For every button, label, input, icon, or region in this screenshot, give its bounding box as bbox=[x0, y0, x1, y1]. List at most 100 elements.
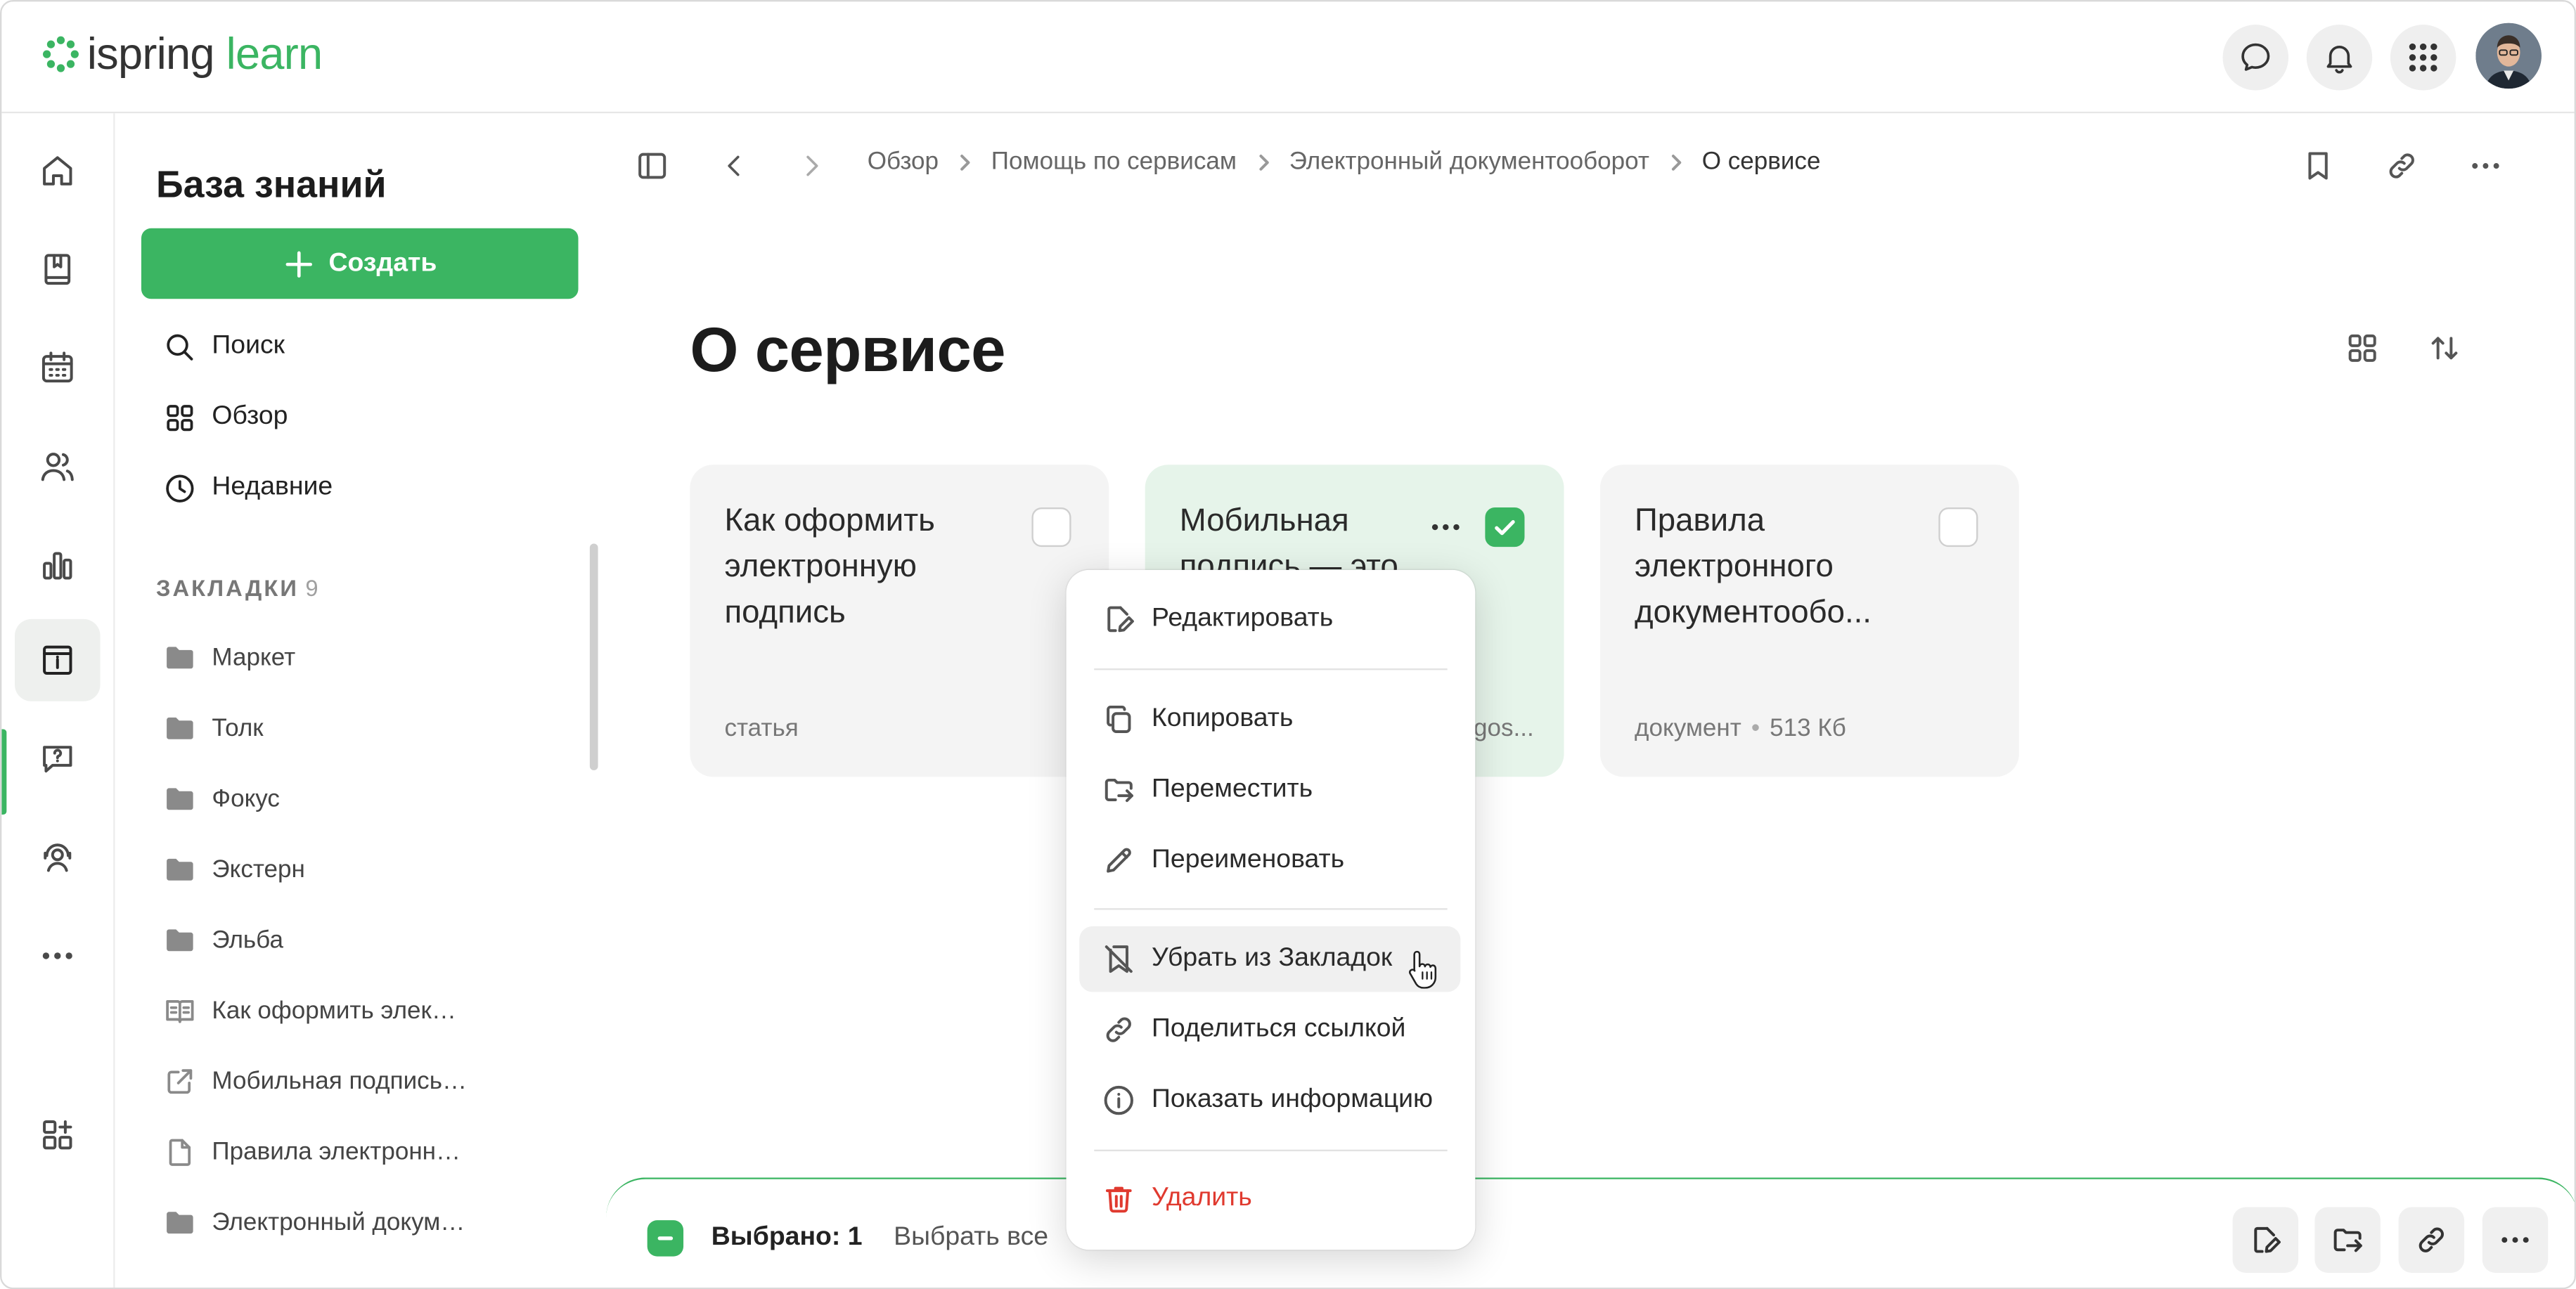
sidebar-item-label: Обзор bbox=[212, 402, 288, 431]
bookmark-item[interactable]: Мобильная подпись… bbox=[165, 1061, 467, 1101]
selected-count: Выбрано: 1 bbox=[711, 1223, 863, 1252]
deselect-toggle[interactable] bbox=[647, 1220, 684, 1257]
logo-text: ispring learn bbox=[87, 28, 323, 81]
content-card[interactable]: Правила электронного документообо... док… bbox=[1599, 465, 2019, 777]
copy-link-button[interactable] bbox=[2382, 146, 2421, 186]
more-options-button[interactable] bbox=[2466, 146, 2505, 186]
menu-item-copy[interactable]: Копировать bbox=[1079, 687, 1460, 752]
sidebar-item-label: Недавние bbox=[212, 472, 333, 501]
select-all-button[interactable]: Выбрать все bbox=[894, 1224, 1048, 1253]
bookmark-item[interactable]: Электронный докум… bbox=[165, 1202, 465, 1241]
menu-divider bbox=[1094, 668, 1448, 671]
forward-button[interactable] bbox=[792, 146, 831, 186]
bookmarks-label: ЗАКЛАДКИ bbox=[155, 574, 299, 602]
sidebar-item-search[interactable]: Поиск bbox=[165, 327, 285, 366]
breadcrumb-item[interactable]: Электронный документооборот bbox=[1289, 148, 1649, 176]
bookmark-item[interactable]: Толк bbox=[165, 708, 264, 747]
main-content: Обзор Помощь по сервисам Электронный док… bbox=[606, 113, 2575, 1288]
chat-icon bbox=[2238, 39, 2274, 75]
sidebar-item-recent[interactable]: Недавние bbox=[165, 468, 333, 507]
breadcrumb-current: О сервисе bbox=[1701, 148, 1821, 176]
rail-support[interactable] bbox=[15, 816, 101, 898]
bookmark-item[interactable]: Фокус bbox=[165, 779, 280, 818]
bookmark-label: Маркет bbox=[212, 642, 296, 671]
menu-item-label: Копировать bbox=[1152, 704, 1294, 733]
menu-item-rename[interactable]: Переименовать bbox=[1079, 828, 1460, 893]
notifications-button[interactable] bbox=[2306, 25, 2373, 91]
sidebar-scrollbar[interactable] bbox=[589, 543, 598, 770]
bookmark-item[interactable]: Маркет bbox=[165, 637, 295, 677]
menu-item-edit[interactable]: Редактировать bbox=[1079, 586, 1460, 652]
card-checkbox[interactable] bbox=[1938, 507, 1978, 548]
add-widget-icon bbox=[38, 1115, 77, 1155]
chevron-right-icon bbox=[955, 152, 974, 171]
sidebar-item-overview[interactable]: Обзор bbox=[165, 397, 288, 436]
rail-help[interactable] bbox=[15, 718, 101, 800]
more-icon bbox=[38, 936, 77, 976]
rail-reports[interactable] bbox=[15, 524, 101, 606]
create-button[interactable]: Создать bbox=[141, 228, 579, 299]
content-card[interactable]: Как оформить электронную подпись статья bbox=[690, 465, 1109, 777]
toggle-sidebar-button[interactable] bbox=[633, 146, 672, 186]
user-avatar[interactable] bbox=[2475, 22, 2542, 89]
rail-home[interactable] bbox=[15, 130, 101, 212]
bookmark-item[interactable]: Экстерн bbox=[165, 849, 305, 888]
edit-doc-icon bbox=[1102, 603, 1135, 636]
card-checkbox[interactable] bbox=[1031, 507, 1071, 548]
calendar-icon bbox=[38, 348, 77, 387]
breadcrumb-item[interactable]: Обзор bbox=[868, 148, 939, 176]
info-card-icon bbox=[38, 640, 77, 680]
menu-item-delete[interactable]: Удалить bbox=[1079, 1166, 1460, 1231]
sort-button[interactable] bbox=[2425, 328, 2464, 368]
left-rail bbox=[1, 113, 115, 1288]
rail-courses[interactable] bbox=[15, 228, 101, 311]
rail-more[interactable] bbox=[15, 915, 101, 997]
rail-knowledge-base[interactable] bbox=[15, 618, 101, 701]
menu-item-share-link[interactable]: Поделиться ссылкой bbox=[1079, 997, 1460, 1062]
bulk-link-button[interactable] bbox=[2398, 1207, 2465, 1273]
rail-calendar[interactable] bbox=[15, 327, 101, 409]
bulk-edit-button[interactable] bbox=[2232, 1207, 2299, 1273]
chat-button[interactable] bbox=[2222, 25, 2289, 91]
support-icon bbox=[38, 838, 77, 877]
card-meta: gos... bbox=[1474, 714, 1534, 742]
plus-icon bbox=[283, 247, 316, 280]
menu-item-label: Редактировать bbox=[1152, 604, 1334, 633]
bookmark-button[interactable] bbox=[2298, 146, 2338, 186]
bookmark-item[interactable]: Как оформить элек… bbox=[165, 990, 456, 1030]
bookmark-label: Правила электронн… bbox=[212, 1137, 461, 1165]
menu-item-show-info[interactable]: Показать информацию bbox=[1079, 1068, 1460, 1133]
apps-button[interactable] bbox=[2390, 25, 2456, 91]
card-checkbox[interactable] bbox=[1485, 507, 1525, 548]
folder-icon bbox=[165, 713, 195, 741]
menu-item-move[interactable]: Переместить bbox=[1079, 757, 1460, 822]
card-more-button[interactable] bbox=[1423, 504, 1469, 550]
more-icon bbox=[1429, 511, 1462, 544]
view-grid-button[interactable] bbox=[2343, 328, 2382, 368]
back-button[interactable] bbox=[714, 146, 754, 186]
edit-doc-icon bbox=[2249, 1224, 2282, 1257]
people-icon bbox=[38, 447, 77, 486]
ispring-learn-logo[interactable]: ispring learn bbox=[41, 28, 323, 81]
breadcrumb-item[interactable]: Помощь по сервисам bbox=[991, 148, 1237, 176]
bookmark-item[interactable]: Эльба bbox=[165, 920, 283, 959]
create-button-label: Создать bbox=[328, 249, 437, 277]
bookmark-icon bbox=[2302, 150, 2335, 183]
chevron-right-icon bbox=[797, 151, 826, 181]
bookmark-item[interactable]: Правила электронн… bbox=[165, 1132, 461, 1171]
bookmark-label: Электронный докум… bbox=[212, 1207, 465, 1236]
chevron-right-icon bbox=[1666, 152, 1685, 171]
menu-item-remove-bookmark[interactable]: Убрать из Закладок bbox=[1079, 926, 1461, 992]
rail-users[interactable] bbox=[15, 425, 101, 507]
menu-item-label: Показать информацию bbox=[1152, 1085, 1434, 1114]
link-icon bbox=[2385, 150, 2419, 183]
move-icon bbox=[2331, 1224, 2364, 1257]
rail-add-widget[interactable] bbox=[15, 1094, 101, 1176]
bulk-move-button[interactable] bbox=[2314, 1207, 2381, 1273]
bookmark-label: Как оформить элек… bbox=[212, 996, 456, 1024]
bulk-more-button[interactable] bbox=[2482, 1207, 2549, 1273]
page-title: О сервисе bbox=[690, 316, 1005, 387]
rail-active-indicator bbox=[1, 729, 7, 815]
article-icon bbox=[165, 995, 195, 1025]
bookmark-label: Эльба bbox=[212, 925, 283, 954]
